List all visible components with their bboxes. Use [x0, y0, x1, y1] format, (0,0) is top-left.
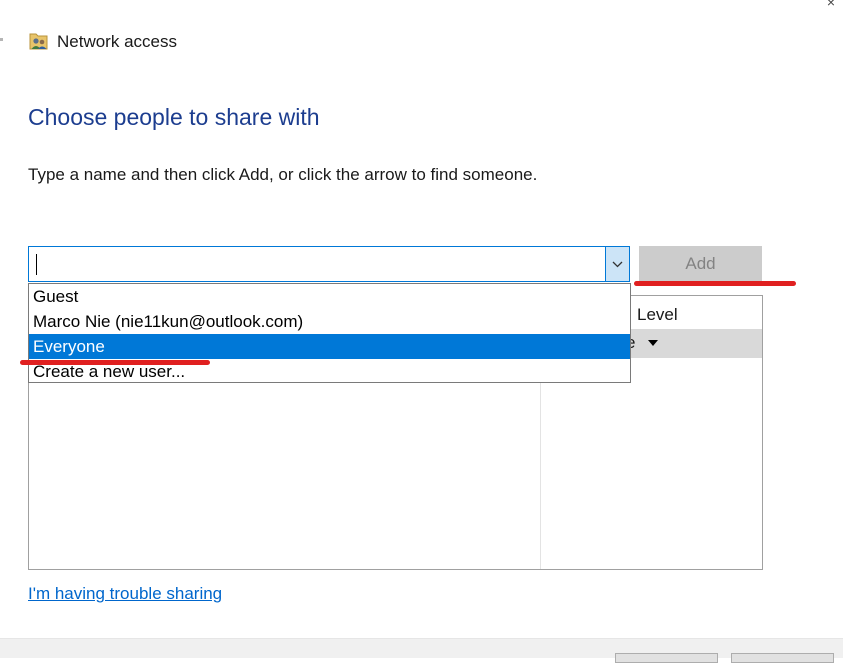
permission-level-header: Level	[637, 305, 678, 324]
annotation-underline-everyone	[20, 360, 210, 365]
cancel-button[interactable]	[731, 653, 834, 663]
window-edge	[0, 38, 3, 41]
dropdown-item-guest[interactable]: Guest	[29, 284, 630, 309]
trouble-sharing-link[interactable]: I'm having trouble sharing	[28, 584, 222, 604]
combo-arrow-button[interactable]	[605, 247, 629, 281]
chevron-down-icon	[612, 261, 623, 267]
add-button[interactable]: Add	[639, 246, 762, 282]
page-title: Choose people to share with	[28, 104, 320, 130]
user-dropdown-list[interactable]: Guest Marco Nie (nie11kun@outlook.com) E…	[28, 283, 631, 383]
text-caret	[36, 254, 37, 275]
dropdown-item-marco-nie[interactable]: Marco Nie (nie11kun@outlook.com)	[29, 309, 630, 334]
share-button[interactable]	[615, 653, 718, 663]
dropdown-triangle-icon[interactable]	[648, 340, 658, 346]
annotation-underline-add	[634, 281, 796, 286]
users-folder-icon	[29, 31, 49, 51]
name-combobox[interactable]	[28, 246, 630, 282]
dropdown-item-everyone[interactable]: Everyone	[29, 334, 630, 359]
instruction-text: Type a name and then click Add, or click…	[28, 165, 538, 184]
window-title: Network access	[57, 32, 177, 51]
close-icon[interactable]: ×	[827, 0, 835, 10]
